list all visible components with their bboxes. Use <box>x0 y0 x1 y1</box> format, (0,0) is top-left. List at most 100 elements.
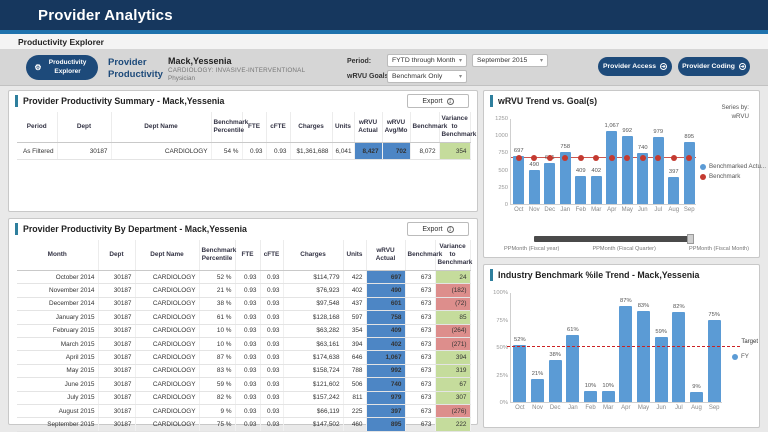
x-tick: Dec <box>550 405 561 411</box>
provider-coding-button[interactable]: Provider Coding ➔ <box>678 57 750 76</box>
table-row[interactable]: May 201530187CARDIOLOGY83 %0.930.93$158,… <box>17 364 470 377</box>
column-header[interactable]: Dept <box>98 240 135 271</box>
bar[interactable] <box>653 137 664 204</box>
column-header[interactable]: Dept <box>57 112 111 143</box>
table-cell: January 2015 <box>17 311 98 324</box>
bar[interactable] <box>549 360 562 402</box>
export-button[interactable]: Export ↧ <box>407 94 469 108</box>
column-header[interactable]: cFTE <box>260 240 283 271</box>
table-cell: $157,242 <box>283 391 343 404</box>
benchmark-dot[interactable] <box>516 155 522 161</box>
table-row[interactable]: November 201430187CARDIOLOGY21 %0.930.93… <box>17 284 470 297</box>
table-cell: 597 <box>343 311 366 324</box>
table-cell: CARDIOLOGY <box>135 404 199 417</box>
table-cell: February 2015 <box>17 324 98 337</box>
table-cell: 83 % <box>199 364 235 377</box>
x-tick: Nov <box>532 405 543 411</box>
benchmark-dot[interactable] <box>671 155 677 161</box>
slider-handle[interactable] <box>687 234 694 244</box>
bar[interactable] <box>602 391 615 402</box>
benchmark-dot[interactable] <box>624 155 630 161</box>
column-header[interactable]: cFTE <box>266 112 290 143</box>
export-button[interactable]: Export ↧ <box>407 222 469 236</box>
table-row[interactable]: December 201430187CARDIOLOGY38 %0.930.93… <box>17 297 470 310</box>
period-dropdown[interactable]: FYTD through Month ▾ <box>387 54 467 67</box>
column-header[interactable]: Charges <box>290 112 332 143</box>
column-header[interactable]: FTE <box>235 240 260 271</box>
column-header[interactable]: FTE <box>242 112 266 143</box>
bar[interactable] <box>591 176 602 204</box>
x-tick: Feb <box>576 207 586 213</box>
benchmark-dot[interactable] <box>593 155 599 161</box>
table-row[interactable]: As Filtered30187CARDIOLOGY54 %0.930.93$1… <box>17 143 470 160</box>
bar[interactable] <box>708 320 721 403</box>
column-header[interactable]: Benchmark Percentile <box>199 240 235 271</box>
period-month-dropdown[interactable]: September 2015 ▾ <box>472 54 548 67</box>
bar[interactable] <box>584 391 597 402</box>
benchmark-dot[interactable] <box>655 155 661 161</box>
table-cell: March 2015 <box>17 337 98 350</box>
column-header[interactable]: Benchmark <box>405 240 435 271</box>
bar[interactable] <box>531 379 544 402</box>
bar[interactable] <box>622 136 633 204</box>
bar[interactable] <box>672 312 685 402</box>
benchmark-dot[interactable] <box>578 155 584 161</box>
table-row[interactable]: June 201530187CARDIOLOGY59 %0.930.93$121… <box>17 378 470 391</box>
benchmark-dot[interactable] <box>609 155 615 161</box>
bar[interactable] <box>513 345 526 402</box>
column-header[interactable]: Charges <box>283 240 343 271</box>
legend-item[interactable]: FY <box>732 353 749 360</box>
column-header[interactable]: Benchmark Percentile <box>211 112 242 143</box>
column-header[interactable]: Dept Name <box>111 112 211 143</box>
wrvu-goals-dropdown[interactable]: Benchmark Only ▾ <box>387 70 467 83</box>
bar[interactable] <box>513 156 524 204</box>
column-header[interactable]: Period <box>17 112 57 143</box>
provider-access-button[interactable]: Provider Access ➔ <box>598 57 672 76</box>
table-row[interactable]: April 201530187CARDIOLOGY87 %0.930.93$17… <box>17 351 470 364</box>
table-row[interactable]: August 201530187CARDIOLOGY9 %0.930.93$66… <box>17 404 470 417</box>
bar[interactable] <box>690 392 703 402</box>
table-row[interactable]: July 201530187CARDIOLOGY82 %0.930.93$157… <box>17 391 470 404</box>
bar[interactable] <box>668 177 679 204</box>
legend-item[interactable]: Benchmark <box>700 173 766 180</box>
table-cell: 0.93 <box>260 324 283 337</box>
bar[interactable] <box>637 153 648 204</box>
bar[interactable] <box>684 142 695 204</box>
column-header[interactable]: Benchmark <box>410 112 439 143</box>
target-label: Target <box>741 339 758 345</box>
benchmark-dot[interactable] <box>531 155 537 161</box>
table-cell: 222 <box>435 418 470 431</box>
bar[interactable] <box>566 335 579 402</box>
bar[interactable] <box>606 131 617 204</box>
benchmark-dot[interactable] <box>547 155 553 161</box>
table-row[interactable]: October 201430187CARDIOLOGY52 %0.930.93$… <box>17 271 470 284</box>
bar[interactable] <box>619 306 632 402</box>
benchmark-dot[interactable] <box>640 155 646 161</box>
table-cell: 0.93 <box>242 143 266 160</box>
column-header[interactable]: Dept Name <box>135 240 199 271</box>
bar[interactable] <box>637 311 650 402</box>
summary-panel-header: Provider Productivity Summary - Mack,Yes… <box>9 91 477 111</box>
benchmark-dot[interactable] <box>562 155 568 161</box>
table-cell: 67 <box>435 378 470 391</box>
bar[interactable] <box>544 163 555 204</box>
bar[interactable] <box>575 176 586 204</box>
table-row[interactable]: January 201530187CARDIOLOGY61 %0.930.93$… <box>17 311 470 324</box>
productivity-explorer-button[interactable]: ⚙ Productivity Explorer <box>26 55 98 80</box>
column-header[interactable]: Month <box>17 240 98 271</box>
period-zoom-slider[interactable] <box>534 236 692 242</box>
column-header[interactable]: Units <box>332 112 354 143</box>
column-header[interactable]: wRVU Actual <box>354 112 382 143</box>
chevron-down-icon: ▾ <box>459 57 462 64</box>
provider-role: Physician <box>168 75 195 82</box>
table-row[interactable]: March 201530187CARDIOLOGY10 %0.930.93$63… <box>17 337 470 350</box>
column-header[interactable]: wRVU Avg/Mo <box>382 112 410 143</box>
legend-item[interactable]: Benchmarked Actu... <box>700 163 766 170</box>
table-row[interactable]: February 201530187CARDIOLOGY10 %0.930.93… <box>17 324 470 337</box>
column-header[interactable]: Units <box>343 240 366 271</box>
table-row[interactable]: September 201530187CARDIOLOGY75 %0.930.9… <box>17 418 470 431</box>
table-cell: $174,638 <box>283 351 343 364</box>
bar[interactable] <box>529 170 540 204</box>
column-header[interactable]: wRVU Actual <box>366 240 405 271</box>
benchmark-dot[interactable] <box>686 155 692 161</box>
